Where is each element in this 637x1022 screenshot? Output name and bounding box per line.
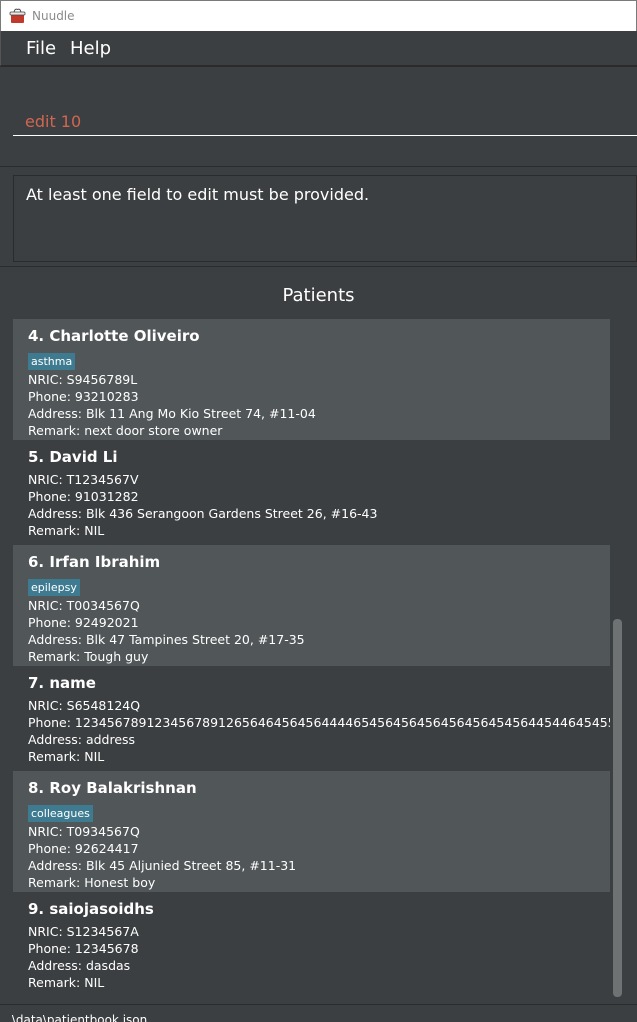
patient-list[interactable]: 4. Charlotte Oliveiro asthma NRIC: S9456… [13,319,610,999]
patient-name: 5. David Li [28,448,118,466]
patient-name: 7. name [28,674,96,692]
patient-nric: NRIC: S6548124Q [28,698,141,713]
window-title: Nuudle [32,9,75,23]
app-icon [9,8,26,23]
menu-file[interactable]: File [26,38,56,59]
patient-remark: Remark: Honest boy [28,875,156,890]
patient-remark: Remark: NIL [28,749,105,764]
patient-remark: Remark: NIL [28,523,105,538]
patient-phone: Phone: 91031282 [28,489,139,504]
patient-phone: Phone: 123456789123456789126564645645644… [28,715,610,730]
scrollbar-thumb[interactable] [613,619,622,997]
command-box-pane [0,66,637,166]
command-input[interactable] [13,94,637,136]
patient-name: 9. saiojasoidhs [28,900,154,918]
result-display-pane: At least one field to edit must be provi… [0,166,637,266]
patient-list-scrollbar[interactable] [611,319,625,999]
patient-card[interactable]: 9. saiojasoidhs NRIC: S1234567A Phone: 1… [13,892,610,997]
patient-nric: NRIC: S1234567A [28,924,139,939]
patient-remark: Remark: Tough guy [28,649,149,664]
patient-phone: Phone: 92492021 [28,615,139,630]
patient-address: Address: address [28,732,136,747]
patient-address: Address: Blk 436 Serangoon Gardens Stree… [28,506,378,521]
patient-list-panel: Patients 4. Charlotte Oliveiro asthma NR… [0,266,637,1004]
patient-name: 8. Roy Balakrishnan [28,779,197,797]
patient-tag: colleagues [28,805,93,822]
patient-nric: NRIC: T1234567V [28,472,139,487]
patient-nric: NRIC: S9456789L [28,372,138,387]
title-bar: Nuudle [0,0,637,31]
patient-address: Address: Blk 45 Aljunied Street 85, #11-… [28,858,297,873]
patient-address: Address: Blk 47 Tampines Street 20, #17-… [28,632,305,647]
patient-name: 6. Irfan Ibrahim [28,553,161,571]
patient-phone: Phone: 92624417 [28,841,139,856]
patient-card[interactable]: 6. Irfan Ibrahim epilepsy NRIC: T0034567… [13,545,610,666]
result-display[interactable]: At least one field to edit must be provi… [13,175,637,262]
patient-phone: Phone: 93210283 [28,389,139,404]
patient-address: Address: Blk 11 Ang Mo Kio Street 74, #1… [28,406,316,421]
patient-card[interactable]: 4. Charlotte Oliveiro asthma NRIC: S9456… [13,319,610,440]
patient-remark: Remark: NIL [28,975,105,990]
data-file-path: .\data\patientbook.json [8,1013,148,1022]
patient-name: 4. Charlotte Oliveiro [28,327,200,345]
patient-card[interactable]: 5. David Li NRIC: T1234567V Phone: 91031… [13,440,610,545]
result-message: At least one field to edit must be provi… [26,185,370,204]
status-bar: .\data\patientbook.json [0,1004,637,1022]
menu-help[interactable]: Help [70,38,111,59]
patient-nric: NRIC: T0034567Q [28,598,140,613]
patient-nric: NRIC: T0934567Q [28,824,140,839]
patient-card[interactable]: 8. Roy Balakrishnan colleagues NRIC: T09… [13,771,610,892]
patient-remark: Remark: next door store owner [28,423,223,438]
menu-bar: File Help [0,31,637,66]
patient-address: Address: dasdas [28,958,131,973]
patient-card[interactable]: 7. name NRIC: S6548124Q Phone: 123456789… [13,666,610,771]
patient-list-title: Patients [282,285,355,306]
patient-tag: epilepsy [28,579,80,596]
patient-phone: Phone: 12345678 [28,941,139,956]
patient-tag: asthma [28,353,76,370]
